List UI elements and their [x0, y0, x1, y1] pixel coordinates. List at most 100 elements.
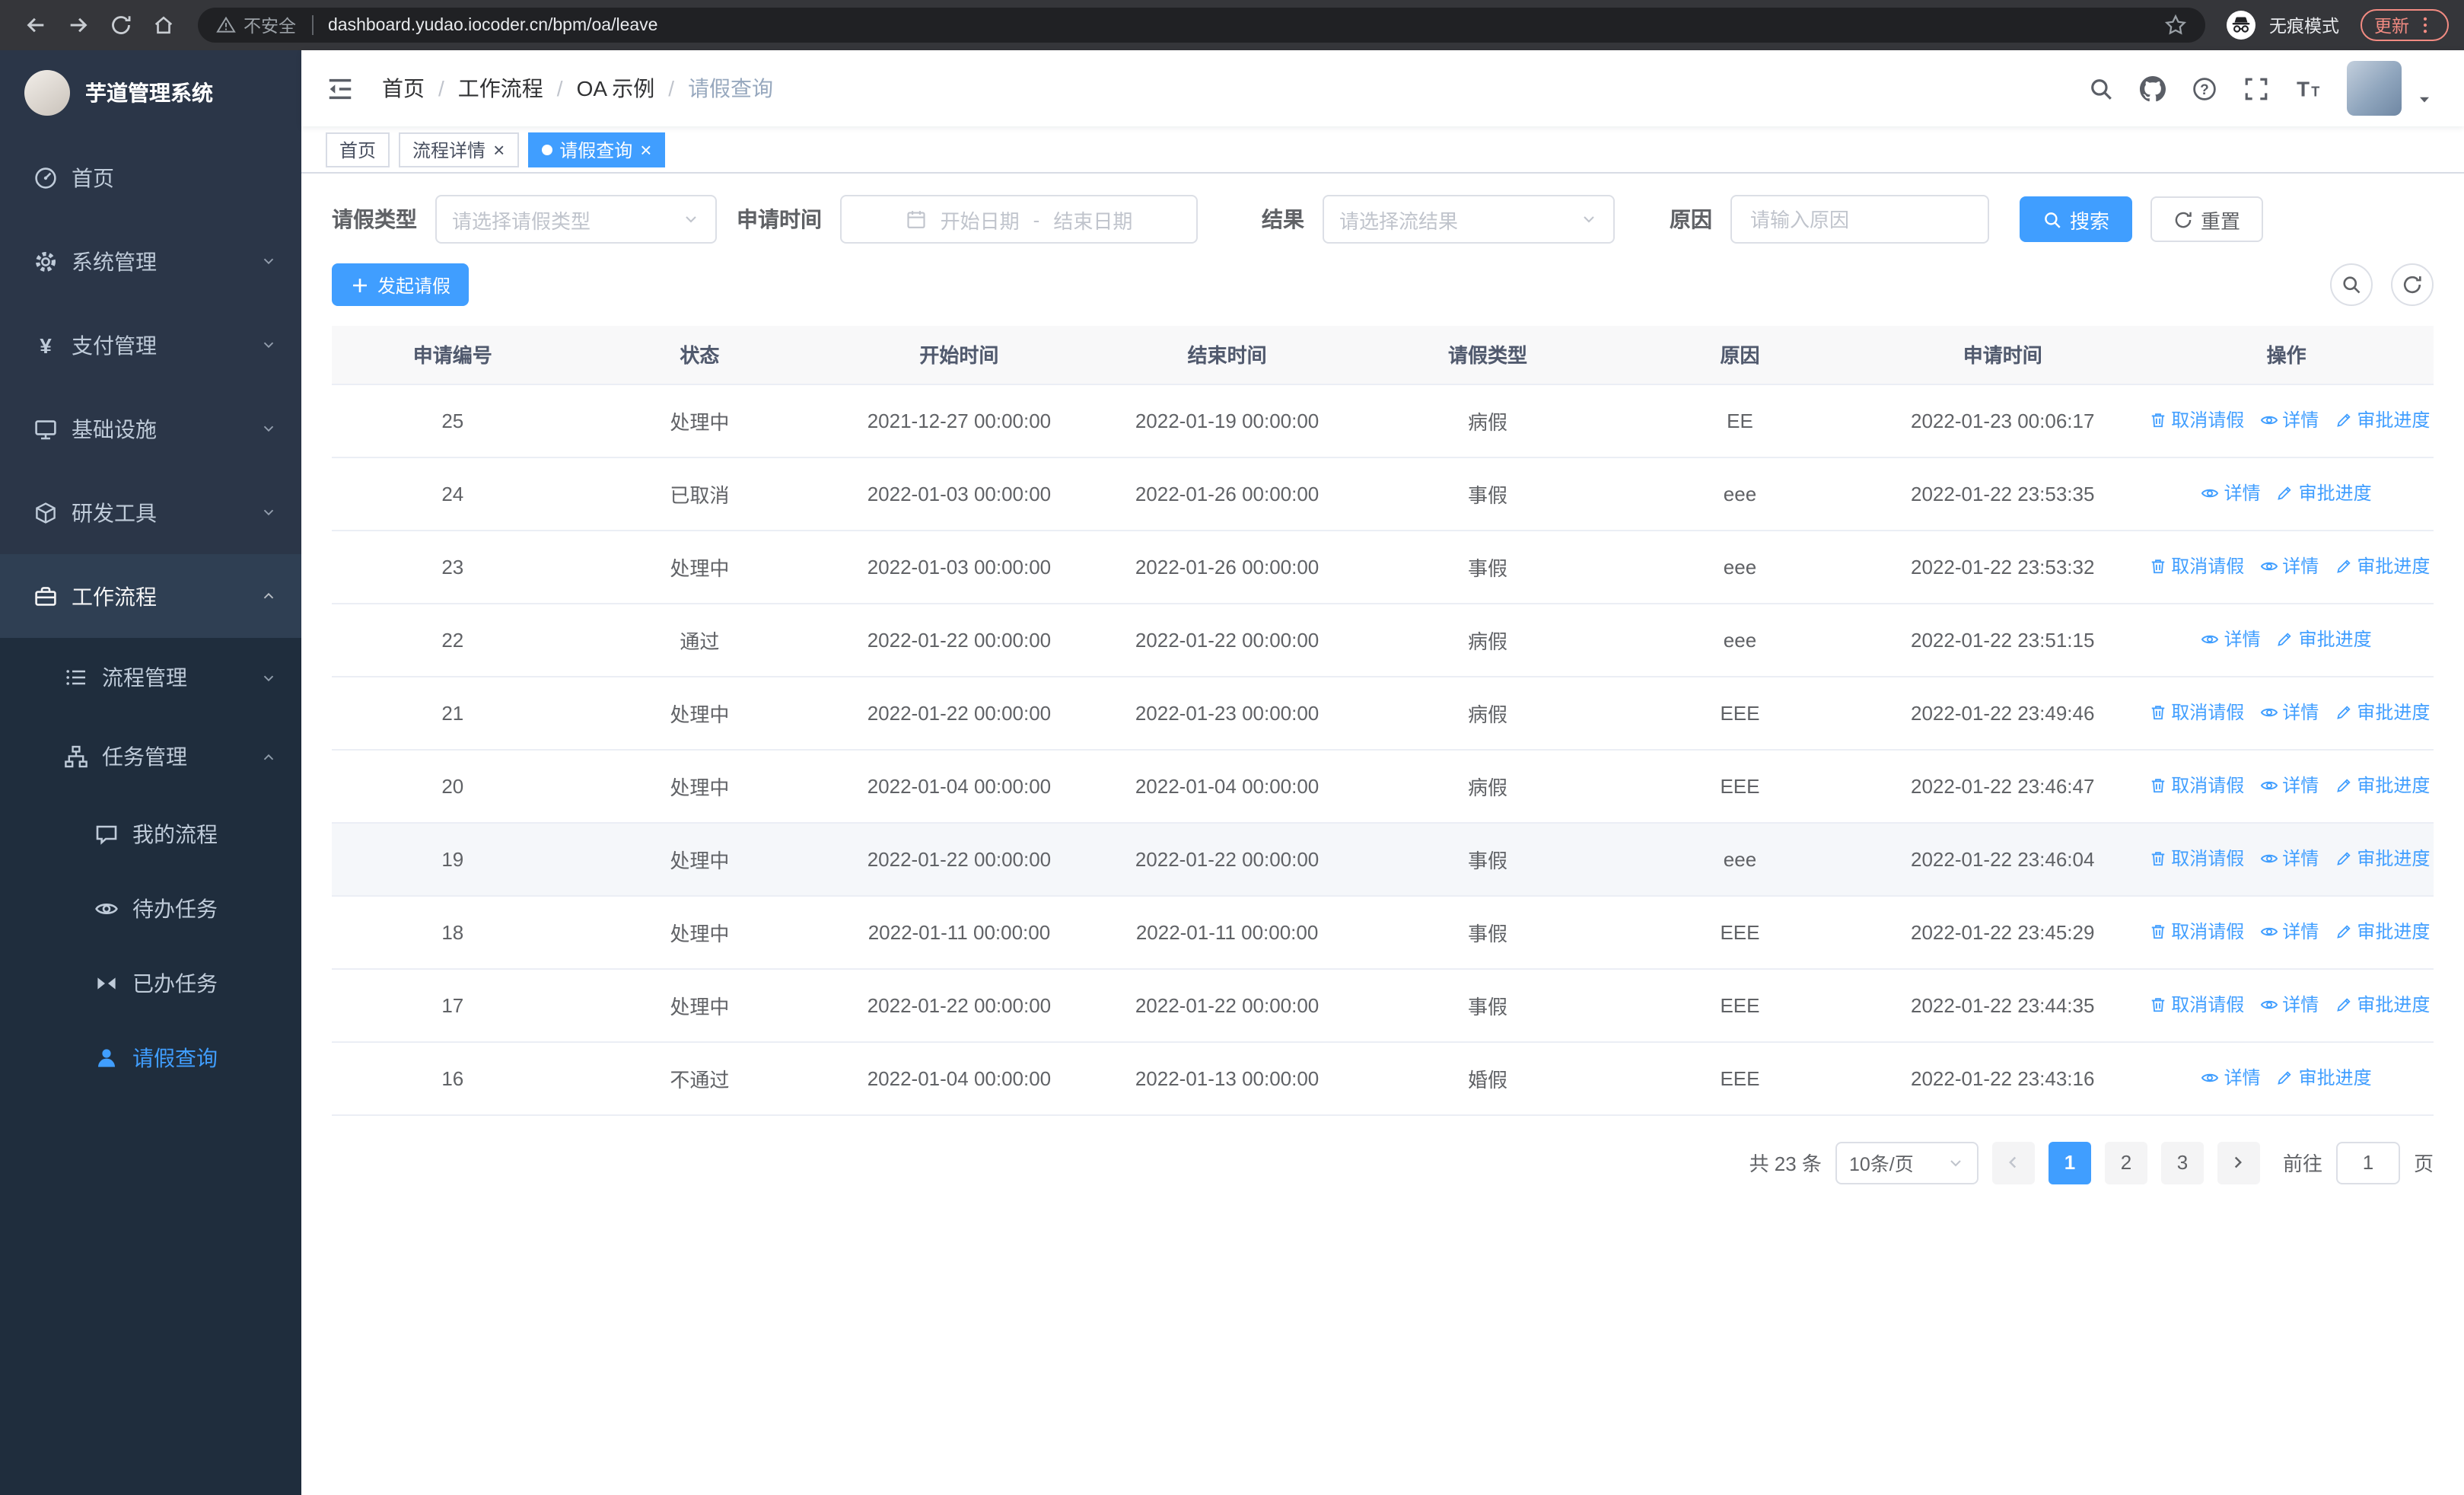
action-取消请假[interactable]: 取消请假: [2148, 773, 2244, 799]
forward-button[interactable]: [58, 5, 97, 45]
result-select[interactable]: 请选择流结果: [1323, 195, 1615, 244]
cell-id: 22: [332, 603, 574, 677]
update-button[interactable]: 更新: [2361, 9, 2449, 41]
result-label: 结果: [1262, 207, 1304, 231]
filter-form: 请假类型 请选择请假类型 申请时间 开始日期 - 结束日期 结果 请选择流结果 …: [332, 195, 2434, 244]
action-详情[interactable]: 详情: [2259, 700, 2319, 725]
reset-button[interactable]: 重置: [2150, 196, 2264, 242]
app-window: 芋道管理系统 首页 系统管理 ¥ 支付管理 基础设施 研发工具 工作流程 流程管理 任务管理 我的…: [0, 50, 2464, 1495]
action-审批进度[interactable]: 审批进度: [2276, 1065, 2372, 1091]
sidebar-item-流程管理[interactable]: 流程管理: [0, 638, 301, 717]
sidebar-item-系统管理[interactable]: 系统管理: [0, 219, 301, 303]
home-button[interactable]: [143, 5, 183, 45]
table-row: 18 处理中 2022-01-11 00:00:00 2022-01-11 00:00…: [332, 895, 2434, 969]
sidebar-item-已办任务[interactable]: 已办任务: [0, 945, 301, 1020]
action-审批进度[interactable]: 审批进度: [2334, 773, 2430, 799]
action-审批进度[interactable]: 审批进度: [2276, 480, 2372, 506]
close-icon[interactable]: ×: [493, 139, 505, 159]
action-详情[interactable]: 详情: [2259, 553, 2319, 579]
refresh-table-button[interactable]: [2391, 263, 2434, 306]
back-button[interactable]: [15, 5, 55, 45]
action-审批进度[interactable]: 审批进度: [2334, 919, 2430, 945]
menu-dots-icon[interactable]: [2415, 15, 2435, 35]
prev-page-button[interactable]: [1991, 1141, 2035, 1184]
page-button-3[interactable]: 3: [2160, 1141, 2204, 1184]
page-button-1[interactable]: 1: [2048, 1141, 2091, 1184]
breadcrumb-item[interactable]: 首页: [382, 73, 425, 104]
fullscreen-icon[interactable]: [2243, 75, 2269, 101]
action-审批进度[interactable]: 审批进度: [2334, 700, 2430, 725]
action-取消请假[interactable]: 取消请假: [2148, 700, 2244, 725]
caret-down-icon[interactable]: [2415, 90, 2434, 108]
action-详情[interactable]: 详情: [2259, 407, 2319, 433]
help-icon[interactable]: ?: [2192, 75, 2217, 101]
sidebar-item-请假查询[interactable]: 请假查询: [0, 1020, 301, 1095]
address-bar[interactable]: 不安全 dashboard.yudao.iocoder.cn/bpm/oa/le…: [198, 8, 2205, 43]
sidebar-item-label: 研发工具: [72, 500, 157, 524]
devtools-icon: [33, 500, 58, 524]
action-取消请假[interactable]: 取消请假: [2148, 407, 2244, 433]
goto-page-input[interactable]: [2335, 1141, 2400, 1184]
action-详情[interactable]: 详情: [2259, 919, 2319, 945]
next-page-button[interactable]: [2217, 1141, 2260, 1184]
action-详情[interactable]: 详情: [2259, 992, 2319, 1018]
sidebar-item-待办任务[interactable]: 待办任务: [0, 871, 301, 945]
column-header: 请假类型: [1361, 326, 1614, 384]
sidebar-item-我的流程[interactable]: 我的流程: [0, 796, 301, 871]
font-size-icon[interactable]: TT: [2295, 75, 2321, 101]
cancel-icon: [2148, 850, 2166, 868]
sidebar-item-label: 系统管理: [72, 249, 157, 273]
security-label[interactable]: 不安全: [244, 13, 296, 37]
tab-请假查询[interactable]: 请假查询 ×: [527, 132, 666, 167]
search-icon[interactable]: [2088, 75, 2114, 101]
action-详情[interactable]: 详情: [2201, 626, 2261, 652]
tab-首页[interactable]: 首页: [326, 132, 390, 167]
column-header: 原因: [1613, 326, 1867, 384]
reason-input[interactable]: [1747, 206, 1972, 232]
action-审批进度[interactable]: 审批进度: [2334, 407, 2430, 433]
sidebar-item-首页[interactable]: 首页: [0, 135, 301, 219]
leave-type-select[interactable]: 请选择请假类型: [435, 195, 717, 244]
collapse-sidebar-icon[interactable]: [326, 74, 355, 103]
user-avatar[interactable]: [2347, 61, 2402, 116]
tab-流程详情[interactable]: 流程详情 ×: [399, 132, 519, 167]
page-button-2[interactable]: 2: [2104, 1141, 2147, 1184]
cell-id: 21: [332, 676, 574, 750]
page-size-select[interactable]: 10条/页: [1835, 1141, 1979, 1184]
cell-end: 2022-01-22 00:00:00: [1092, 822, 1362, 896]
search-button[interactable]: 搜索: [2020, 196, 2133, 242]
action-详情[interactable]: 详情: [2201, 1065, 2261, 1091]
browser-url[interactable]: dashboard.yudao.iocoder.cn/bpm/oa/leave: [328, 16, 2152, 34]
breadcrumb-item[interactable]: OA 示例: [577, 73, 655, 104]
action-审批进度[interactable]: 审批进度: [2276, 626, 2372, 652]
toggle-search-button[interactable]: [2330, 263, 2373, 306]
app-logo[interactable]: 芋道管理系统: [0, 50, 301, 135]
action-详情[interactable]: 详情: [2259, 773, 2319, 799]
sidebar-item-支付管理[interactable]: ¥ 支付管理: [0, 303, 301, 387]
reload-button[interactable]: [100, 5, 140, 45]
cell-apply_time: 2022-01-22 23:46:47: [1866, 749, 2140, 823]
action-取消请假[interactable]: 取消请假: [2148, 919, 2244, 945]
cell-end: 2022-01-22 00:00:00: [1092, 968, 1362, 1042]
action-详情[interactable]: 详情: [2201, 480, 2261, 506]
github-icon[interactable]: [2140, 75, 2166, 101]
action-取消请假[interactable]: 取消请假: [2148, 992, 2244, 1018]
action-取消请假[interactable]: 取消请假: [2148, 846, 2244, 872]
action-审批进度[interactable]: 审批进度: [2334, 553, 2430, 579]
sidebar-item-研发工具[interactable]: 研发工具: [0, 470, 301, 554]
apply-time-range-picker[interactable]: 开始日期 - 结束日期: [840, 195, 1198, 244]
sidebar-item-工作流程[interactable]: 工作流程: [0, 554, 301, 638]
sidebar-item-基础设施[interactable]: 基础设施: [0, 387, 301, 470]
cell-start: 2022-01-22 00:00:00: [826, 968, 1093, 1042]
create-leave-button[interactable]: 发起请假: [332, 263, 470, 306]
bookmark-star-icon[interactable]: [2164, 14, 2187, 37]
cell-end: 2022-01-04 00:00:00: [1092, 749, 1362, 823]
action-审批进度[interactable]: 审批进度: [2334, 846, 2430, 872]
sidebar-item-任务管理[interactable]: 任务管理: [0, 717, 301, 796]
close-icon[interactable]: ×: [640, 139, 651, 159]
breadcrumb-item[interactable]: 工作流程: [458, 73, 543, 104]
action-详情[interactable]: 详情: [2259, 846, 2319, 872]
action-取消请假[interactable]: 取消请假: [2148, 553, 2244, 579]
table-toolbar: 发起请假: [332, 263, 2434, 306]
action-审批进度[interactable]: 审批进度: [2334, 992, 2430, 1018]
